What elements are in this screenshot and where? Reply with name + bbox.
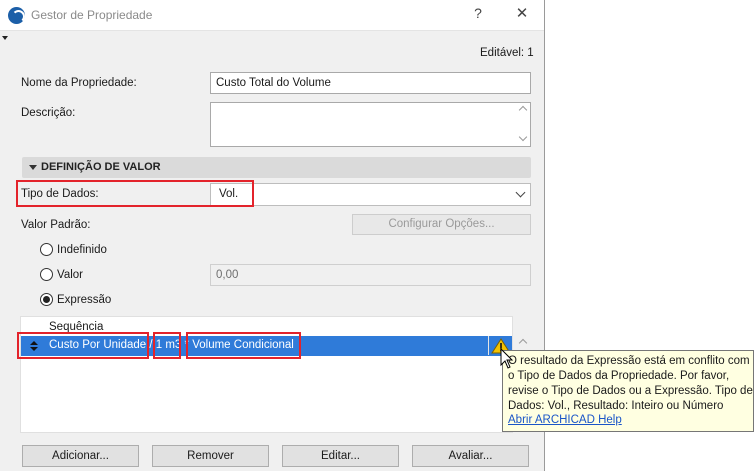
help-button[interactable]: ? [466, 5, 490, 25]
expression-operator-multiply: * [181, 339, 193, 351]
expression-row[interactable]: Custo Por Unidade / 1 m3 * Volume Condic… [21, 336, 512, 356]
default-value-label: Valor Padrão: [21, 219, 91, 231]
archicad-logo-icon [8, 7, 25, 24]
radio-undefined[interactable] [40, 243, 53, 256]
data-type-label: Tipo de Dados: [21, 188, 99, 200]
chevron-down-icon [515, 187, 526, 198]
drag-updown-icon[interactable] [30, 341, 38, 351]
editable-count: Editável: 1 [480, 47, 534, 59]
section-title: DEFINIÇÃO DE VALOR [41, 161, 161, 173]
close-button[interactable]: ✕ [510, 4, 534, 26]
value-input[interactable]: 0,00 [210, 264, 531, 286]
property-name-label: Nome da Propriedade: [21, 77, 137, 89]
expression-text: Custo Por Unidade / 1 m3 * Volume Condic… [49, 339, 294, 351]
column-divider [488, 336, 489, 355]
data-type-select[interactable]: Vol. [210, 183, 531, 206]
title-bar: Gestor de Propriedade ? ✕ [0, 0, 544, 31]
expression-part-unit-cost: Custo Por Unidade [49, 339, 147, 351]
radio-undefined-label: Indefinido [57, 244, 107, 256]
description-label: Descrição: [21, 107, 76, 119]
description-textarea[interactable] [210, 102, 531, 147]
radio-value-label: Valor [57, 269, 83, 281]
edit-button[interactable]: Editar... [282, 445, 399, 467]
expression-list[interactable]: Sequência Custo Por Unidade / 1 m3 * Vol… [20, 316, 513, 433]
expression-part-m3: 1 m3 [155, 339, 182, 351]
evaluate-button[interactable]: Avaliar... [412, 445, 529, 467]
value-definition-section-header[interactable]: DEFINIÇÃO DE VALOR [22, 157, 531, 178]
caret-down-icon [2, 36, 8, 40]
radio-expression-label: Expressão [57, 294, 112, 306]
window-title: Gestor de Propriedade [31, 8, 153, 22]
scroll-up-icon[interactable] [518, 338, 528, 348]
remove-button[interactable]: Remover [152, 445, 269, 467]
configure-options-button[interactable]: Configurar Opções... [352, 214, 531, 235]
expression-operator-divide: / [146, 339, 156, 351]
warning-tooltip: O resultado da Expressão está em conflit… [502, 350, 754, 432]
add-button[interactable]: Adicionar... [22, 445, 139, 467]
radio-value[interactable] [40, 268, 53, 281]
scroll-up-icon[interactable] [518, 105, 528, 115]
tooltip-message: O resultado da Expressão está em conflit… [508, 355, 753, 412]
help-link[interactable]: Abrir ARCHICAD Help [508, 413, 622, 428]
collapse-triangle-icon [29, 165, 37, 170]
property-name-input[interactable]: Custo Total do Volume [210, 72, 531, 94]
list-header: Sequência [49, 321, 104, 333]
mouse-pointer-icon [500, 348, 514, 369]
property-manager-dialog: Gestor de Propriedade ? ✕ Editável: 1 No… [0, 0, 545, 471]
radio-expression[interactable] [40, 293, 53, 306]
data-type-value: Vol. [219, 188, 239, 200]
expression-part-volume: Volume Condicional [192, 339, 294, 351]
scroll-down-icon[interactable] [518, 132, 528, 142]
